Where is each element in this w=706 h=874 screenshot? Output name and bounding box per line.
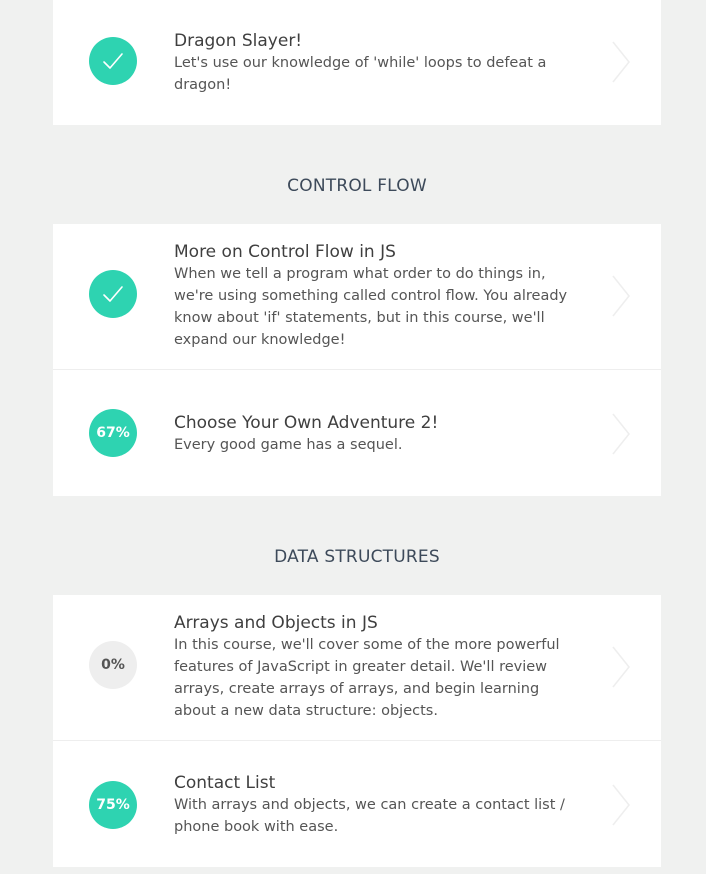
chevron-right-icon[interactable]	[611, 274, 631, 318]
chevron-right-icon[interactable]	[611, 40, 631, 84]
section-heading-data-structures: DATA STRUCTURES	[274, 547, 440, 567]
complete-status-badge	[89, 37, 137, 85]
lesson-text: Dragon Slayer! Let's use our knowledge o…	[174, 30, 584, 96]
lesson-row-contact-list[interactable]: 75% Contact List With arrays and objects…	[53, 740, 661, 867]
lesson-description: Every good game has a sequel.	[174, 437, 403, 453]
chevron-right-icon[interactable]	[611, 783, 631, 827]
lesson-row-arrays-and-objects[interactable]: 0% Arrays and Objects in JS In this cour…	[53, 595, 661, 740]
lesson-text: Arrays and Objects in JS In this course,…	[174, 612, 584, 722]
lesson-description: Let's use our knowledge of 'while' loops…	[174, 55, 547, 93]
lesson-description: When we tell a program what order to do …	[174, 266, 568, 348]
lesson-card: More on Control Flow in JS When we tell …	[53, 224, 661, 496]
progress-badge: 67%	[89, 409, 137, 457]
lesson-row-choose-your-own-adventure-2[interactable]: 67% Choose Your Own Adventure 2! Every g…	[53, 369, 661, 496]
lesson-row-dragon-slayer[interactable]: Dragon Slayer! Let's use our knowledge o…	[53, 0, 661, 125]
progress-badge: 75%	[89, 781, 137, 829]
lesson-text: More on Control Flow in JS When we tell …	[174, 241, 584, 351]
lesson-card: 0% Arrays and Objects in JS In this cour…	[53, 595, 661, 867]
lesson-title: Dragon Slayer!	[174, 31, 303, 51]
complete-status-badge	[89, 270, 137, 318]
lesson-row-more-on-control-flow[interactable]: More on Control Flow in JS When we tell …	[53, 224, 661, 369]
lesson-text: Contact List With arrays and objects, we…	[174, 772, 584, 838]
checkmark-icon	[103, 53, 123, 69]
lesson-description: With arrays and objects, we can create a…	[174, 797, 565, 835]
lesson-title: More on Control Flow in JS	[174, 242, 396, 262]
progress-badge: 0%	[89, 641, 137, 689]
chevron-right-icon[interactable]	[611, 645, 631, 689]
lesson-title: Arrays and Objects in JS	[174, 613, 378, 633]
lesson-title: Contact List	[174, 773, 276, 793]
lesson-card: Dragon Slayer! Let's use our knowledge o…	[53, 0, 661, 125]
checkmark-icon	[103, 286, 123, 302]
lesson-title: Choose Your Own Adventure 2!	[174, 413, 439, 433]
chevron-right-icon[interactable]	[611, 412, 631, 456]
lesson-text: Choose Your Own Adventure 2! Every good …	[174, 412, 584, 456]
lesson-description: In this course, we'll cover some of the …	[174, 637, 560, 719]
section-heading-control-flow: CONTROL FLOW	[287, 176, 427, 196]
